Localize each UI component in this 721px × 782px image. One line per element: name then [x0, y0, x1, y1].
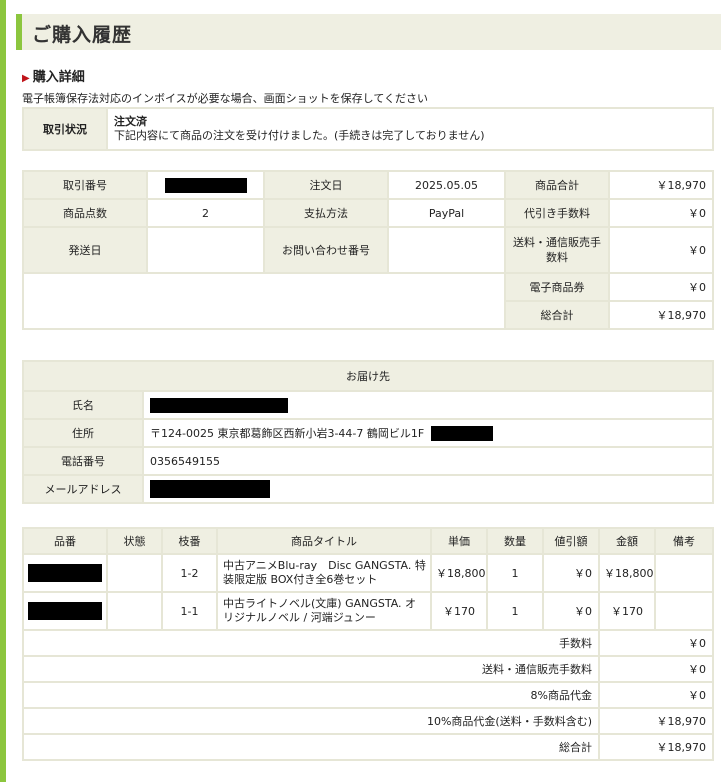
- summary-value: ￥18,970: [598, 707, 714, 735]
- name-value: [142, 390, 714, 420]
- summary-label: 送料・通信販売手数料: [22, 655, 600, 683]
- email-value: [142, 474, 714, 504]
- status-label: 取引状況: [22, 107, 108, 151]
- col-header-condition: 状態: [106, 527, 163, 555]
- address-text: 〒124-0025 東京都葛飾区西新小岩3-44-7 鶴岡ビル1F: [150, 426, 425, 440]
- branch-cell: 1-2: [161, 553, 218, 593]
- discount-cell: ￥0: [542, 591, 600, 631]
- redaction-block: [164, 177, 247, 193]
- summary-label: 8%商品代金: [22, 681, 600, 709]
- col-header-discount: 値引額: [542, 527, 600, 555]
- product-total-value: ￥18,970: [608, 170, 714, 200]
- delivery-heading: お届け先: [22, 360, 714, 392]
- unit-price-cell: ￥170: [430, 591, 488, 631]
- left-accent-bar: [0, 0, 6, 782]
- order-date-value: 2025.05.05: [387, 170, 506, 200]
- product-title-cell: 中古アニメBlu-ray Disc GANGSTA. 特装限定版 BOX付き全6…: [216, 553, 432, 593]
- ship-date-value: [146, 226, 265, 274]
- grand-total-value: ￥18,970: [608, 300, 714, 330]
- e-voucher-value: ￥0: [608, 272, 714, 302]
- product-code-cell: [22, 591, 108, 631]
- note-cell: [654, 591, 714, 631]
- address-label: 住所: [22, 418, 144, 448]
- status-value-title: 注文済: [114, 115, 147, 128]
- redaction-block: [150, 480, 270, 498]
- quantity-cell: 1: [486, 591, 544, 631]
- amount-cell: ￥170: [598, 591, 656, 631]
- summary-row: 8%商品代金 ￥0: [22, 681, 714, 709]
- product-code-cell: [22, 553, 108, 593]
- page-title-bar: ご購入履歴: [16, 14, 721, 50]
- redaction-block: [28, 564, 102, 582]
- order-date-label: 注文日: [263, 170, 389, 200]
- summary-row: 送料・通信販売手数料 ￥0: [22, 655, 714, 683]
- summary-row: 総合計 ￥18,970: [22, 733, 714, 761]
- unit-price-cell: ￥18,800: [430, 553, 488, 593]
- col-header-amount: 金額: [598, 527, 656, 555]
- redaction-block: [150, 397, 288, 413]
- cod-fee-value: ￥0: [608, 198, 714, 228]
- col-header-unit-price: 単価: [430, 527, 488, 555]
- name-label: 氏名: [22, 390, 144, 420]
- items-table: 品番 状態 枝番 商品タイトル 単価 数量 値引額 金額 備考 1-2 中古アニ…: [22, 527, 714, 761]
- branch-cell: 1-1: [161, 591, 218, 631]
- triangle-right-icon: ▶: [22, 73, 30, 84]
- summary-label: 10%商品代金(送料・手数料含む): [22, 707, 600, 735]
- transaction-no-value: [146, 170, 265, 200]
- product-total-label: 商品合計: [504, 170, 610, 200]
- grand-total-label: 総合計: [504, 300, 610, 330]
- status-value: 注文済 下記内容にて商品の注文を受け付けました。(手続きは完了しておりません): [106, 107, 714, 151]
- phone-value: 0356549155: [142, 446, 714, 476]
- ship-date-label: 発送日: [22, 226, 148, 274]
- product-title-cell: 中古ライトノベル(文庫) GANGSTA. オリジナルノベル / 河端ジュンー: [216, 591, 432, 631]
- col-header-note: 備考: [654, 527, 714, 555]
- delivery-table: お届け先 氏名 住所 〒124-0025 東京都葛飾区西新小岩3-44-7 鶴岡…: [22, 360, 714, 504]
- summary-label: 手数料: [22, 629, 600, 657]
- email-label: メールアドレス: [22, 474, 144, 504]
- items-header-row: 品番 状態 枝番 商品タイトル 単価 数量 値引額 金額 備考: [22, 527, 714, 555]
- order-info-table: 取引番号 注文日 2025.05.05 商品合計 ￥18,970 商品点数 2 …: [22, 170, 714, 330]
- section-heading-text: 購入詳細: [32, 70, 85, 85]
- quantity-cell: 1: [486, 553, 544, 593]
- condition-cell: [106, 553, 163, 593]
- inquiry-label: お問い合わせ番号: [263, 226, 389, 274]
- transaction-no-label: 取引番号: [22, 170, 148, 200]
- payment-label: 支払方法: [263, 198, 389, 228]
- e-voucher-label: 電子商品券: [504, 272, 610, 302]
- summary-label: 総合計: [22, 733, 600, 761]
- col-header-quantity: 数量: [486, 527, 544, 555]
- table-row: 1-2 中古アニメBlu-ray Disc GANGSTA. 特装限定版 BOX…: [22, 553, 714, 593]
- summary-value: ￥18,970: [598, 733, 714, 761]
- condition-cell: [106, 591, 163, 631]
- shipping-fee-value: ￥0: [608, 226, 714, 274]
- redaction-block: [431, 426, 494, 442]
- shipping-fee-label: 送料・通信販売手数料: [504, 226, 610, 274]
- summary-row: 10%商品代金(送料・手数料含む) ￥18,970: [22, 707, 714, 735]
- summary-value: ￥0: [598, 655, 714, 683]
- invoice-notice: 電子帳簿保存法対応のインボイスが必要な場合、画面ショットを保存してください: [22, 92, 429, 105]
- cod-fee-label: 代引き手数料: [504, 198, 610, 228]
- section-heading: ▶ 購入詳細: [22, 66, 85, 85]
- table-row: 1-1 中古ライトノベル(文庫) GANGSTA. オリジナルノベル / 河端ジ…: [22, 591, 714, 631]
- address-value: 〒124-0025 東京都葛飾区西新小岩3-44-7 鶴岡ビル1F: [142, 418, 714, 448]
- order-blank-area: [22, 272, 506, 330]
- status-value-detail: 下記内容にて商品の注文を受け付けました。(手続きは完了しておりません): [114, 129, 485, 142]
- inquiry-value: [387, 226, 506, 274]
- phone-label: 電話番号: [22, 446, 144, 476]
- summary-value: ￥0: [598, 681, 714, 709]
- redaction-block: [28, 602, 102, 620]
- status-table: 取引状況 注文済 下記内容にて商品の注文を受け付けました。(手続きは完了しており…: [22, 107, 714, 151]
- note-cell: [654, 553, 714, 593]
- item-count-value: 2: [146, 198, 265, 228]
- col-header-title: 商品タイトル: [216, 527, 432, 555]
- discount-cell: ￥0: [542, 553, 600, 593]
- col-header-product-code: 品番: [22, 527, 108, 555]
- summary-row: 手数料 ￥0: [22, 629, 714, 657]
- col-header-branch: 枝番: [161, 527, 218, 555]
- item-count-label: 商品点数: [22, 198, 148, 228]
- payment-value: PayPal: [387, 198, 506, 228]
- summary-value: ￥0: [598, 629, 714, 657]
- page-title: ご購入履歴: [32, 24, 133, 46]
- amount-cell: ￥18,800: [598, 553, 656, 593]
